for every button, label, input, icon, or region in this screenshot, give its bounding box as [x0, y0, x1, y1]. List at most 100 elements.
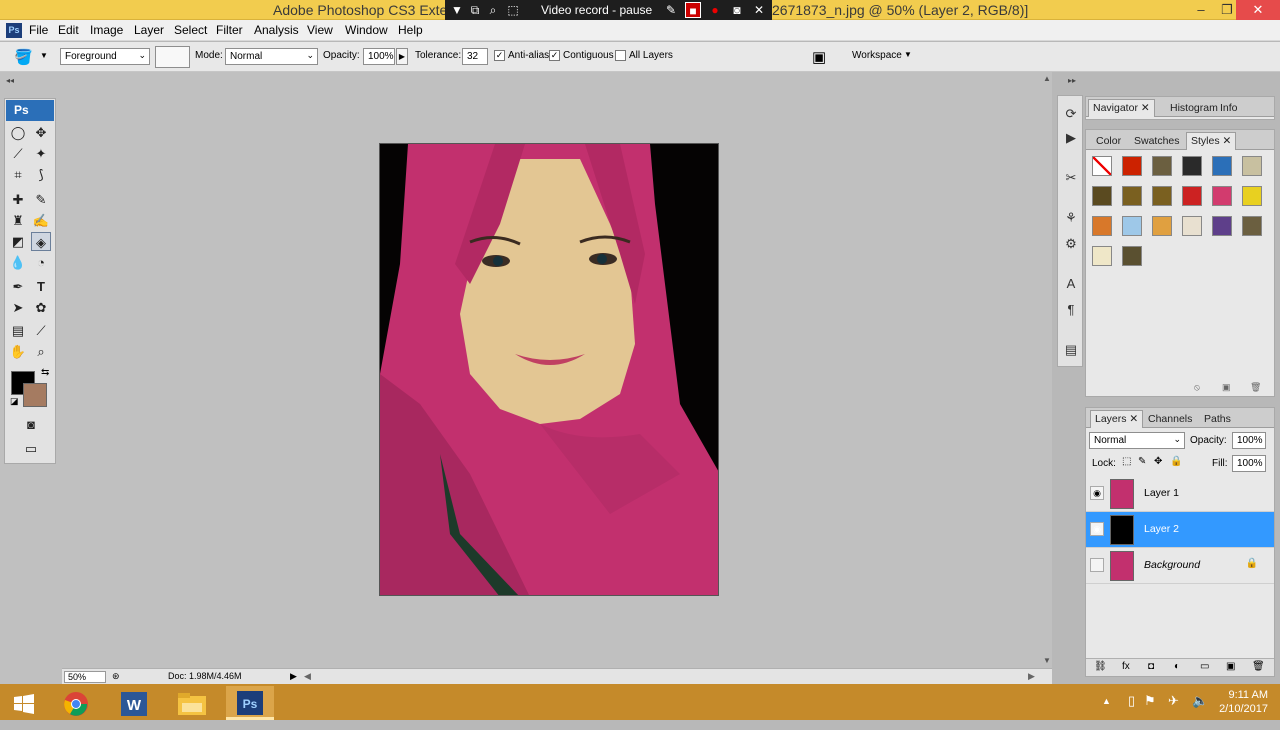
style-swatch[interactable]: [1092, 216, 1112, 236]
close-button[interactable]: ✕: [1236, 0, 1280, 20]
style-swatch[interactable]: [1242, 186, 1262, 206]
hand-tool-icon[interactable]: ✋: [8, 342, 28, 361]
vertical-scrollbar[interactable]: [1040, 72, 1052, 668]
dodge-tool-icon[interactable]: ◔: [31, 253, 51, 272]
style-swatch[interactable]: [1182, 216, 1202, 236]
scroll-down-icon[interactable]: ▼: [1043, 656, 1051, 665]
custom-shape-tool-icon[interactable]: ✿: [31, 298, 51, 317]
layer-comps-icon[interactable]: ▤: [1061, 340, 1081, 360]
pen-tool-icon[interactable]: ✒: [8, 277, 28, 296]
stop-icon[interactable]: ■: [685, 2, 701, 18]
contiguous-checkbox[interactable]: ✓: [549, 50, 560, 61]
document-image[interactable]: [379, 143, 719, 596]
style-swatch[interactable]: [1182, 186, 1202, 206]
region-icon[interactable]: ⬚: [505, 2, 521, 18]
battery-icon[interactable]: ▯: [1128, 693, 1135, 709]
visibility-toggle-empty[interactable]: [1090, 558, 1104, 572]
style-swatch[interactable]: [1212, 186, 1232, 206]
blend-mode-select[interactable]: Normal ⌄: [1089, 432, 1185, 449]
new-layer-icon[interactable]: ▣: [1226, 661, 1235, 672]
style-swatch[interactable]: [1122, 216, 1142, 236]
brush-tool-icon[interactable]: ✎: [31, 190, 51, 209]
style-swatch[interactable]: [1242, 156, 1262, 176]
move-tool-icon[interactable]: ✥: [31, 123, 51, 142]
style-swatch[interactable]: [1122, 186, 1142, 206]
link-layers-icon[interactable]: ⛓: [1094, 661, 1107, 672]
status-menu-icon[interactable]: ⊛: [112, 671, 120, 682]
tab-layers[interactable]: Layers ✕: [1090, 410, 1144, 428]
delete-style-icon[interactable]: 🗑: [1250, 382, 1261, 393]
windows-start-icon[interactable]: [0, 686, 48, 720]
menu-edit[interactable]: Edit: [58, 23, 79, 37]
menu-view[interactable]: View: [307, 23, 333, 37]
workspace-button[interactable]: Workspace: [852, 50, 902, 61]
style-swatch[interactable]: [1092, 156, 1112, 176]
zoom-field[interactable]: 50%: [64, 671, 106, 683]
style-swatch[interactable]: [1242, 216, 1262, 236]
actions-icon[interactable]: ▶: [1061, 128, 1081, 148]
character-icon[interactable]: A: [1061, 274, 1081, 294]
style-swatch[interactable]: [1152, 186, 1172, 206]
scroll-up-icon[interactable]: ▲: [1043, 74, 1051, 83]
collapse-arrows-icon[interactable]: ◂◂: [6, 76, 14, 85]
hscroll-right-icon[interactable]: ▶: [1028, 671, 1035, 682]
tolerance-input[interactable]: 32: [462, 48, 488, 65]
delete-layer-icon[interactable]: 🗑: [1252, 661, 1265, 672]
menu-filter[interactable]: Filter: [216, 23, 243, 37]
adjustment-layer-icon[interactable]: ◐: [1174, 661, 1180, 672]
lock-position-icon[interactable]: ✥: [1154, 456, 1162, 467]
history-icon[interactable]: ⟳: [1061, 104, 1081, 124]
tab-swatches[interactable]: Swatches: [1130, 133, 1184, 150]
network-icon[interactable]: ✈: [1168, 693, 1179, 709]
screen-mode-icon[interactable]: ▭: [19, 439, 43, 458]
bridge-icon[interactable]: ▣: [812, 48, 826, 66]
paragraph-icon[interactable]: ¶: [1061, 300, 1081, 320]
slice-tool-icon[interactable]: ⟆: [31, 165, 51, 184]
anti-alias-checkbox[interactable]: ✓: [494, 50, 505, 61]
default-colors-icon[interactable]: ◪: [10, 396, 19, 407]
style-swatch[interactable]: [1152, 216, 1172, 236]
style-swatch[interactable]: [1092, 186, 1112, 206]
style-swatch[interactable]: [1092, 246, 1112, 266]
close-recorder-icon[interactable]: ✕: [751, 2, 767, 18]
layer-style-icon[interactable]: fx: [1122, 661, 1130, 672]
style-swatch[interactable]: [1182, 156, 1202, 176]
tab-navigator[interactable]: Navigator ✕: [1088, 99, 1155, 117]
restore-icon[interactable]: ⧉: [467, 2, 483, 18]
tray-chevron-icon[interactable]: ▲: [1102, 696, 1111, 706]
tab-color[interactable]: Color: [1092, 133, 1125, 150]
eraser-tool-icon[interactable]: ◩: [8, 232, 28, 251]
style-swatch[interactable]: [1212, 216, 1232, 236]
tool-presets-icon[interactable]: ✂: [1061, 168, 1081, 188]
tool-preset-dropdown-icon[interactable]: ▼: [40, 51, 48, 60]
menu-image[interactable]: Image: [90, 23, 123, 37]
pattern-picker[interactable]: [155, 46, 190, 68]
style-swatch[interactable]: [1122, 246, 1142, 266]
history-brush-tool-icon[interactable]: ✍: [31, 211, 51, 230]
swap-colors-icon[interactable]: ⇆: [41, 367, 49, 378]
hscroll-left-icon[interactable]: ◀: [304, 671, 311, 682]
mode-select[interactable]: Normal ⌄: [225, 48, 318, 65]
photoshop-taskbar-button[interactable]: Ps: [226, 686, 274, 720]
menu-analysis[interactable]: Analysis: [254, 23, 299, 37]
style-swatch[interactable]: [1152, 156, 1172, 176]
workspace-dropdown-icon[interactable]: ▼: [904, 50, 912, 59]
tab-histogram[interactable]: Histogram: [1166, 100, 1222, 117]
menu-layer[interactable]: Layer: [134, 23, 164, 37]
new-group-icon[interactable]: ▭: [1200, 661, 1209, 672]
all-layers-checkbox[interactable]: [615, 50, 626, 61]
volume-icon[interactable]: 🔈: [1192, 693, 1208, 709]
paint-bucket-tool-button[interactable]: ◈: [31, 232, 51, 251]
zoom-tool-icon[interactable]: ⌕: [31, 342, 51, 361]
lock-transparency-icon[interactable]: ⬚: [1122, 456, 1131, 467]
lock-pixels-icon[interactable]: ✎: [1138, 456, 1146, 467]
clone-stamp-tool-icon[interactable]: ♜: [8, 211, 28, 230]
brushes-icon[interactable]: ⚘: [1061, 208, 1081, 228]
layer-row-layer-1[interactable]: ◉ Layer 1: [1086, 476, 1274, 512]
clear-style-icon[interactable]: ⦸: [1194, 382, 1200, 393]
file-explorer-icon[interactable]: [168, 686, 216, 720]
visibility-eye-icon[interactable]: ◉: [1090, 522, 1104, 536]
tab-paths[interactable]: Paths: [1200, 411, 1235, 428]
elliptical-marquee-tool-icon[interactable]: ◯: [8, 123, 28, 142]
clone-source-icon[interactable]: ⚙: [1061, 234, 1081, 254]
